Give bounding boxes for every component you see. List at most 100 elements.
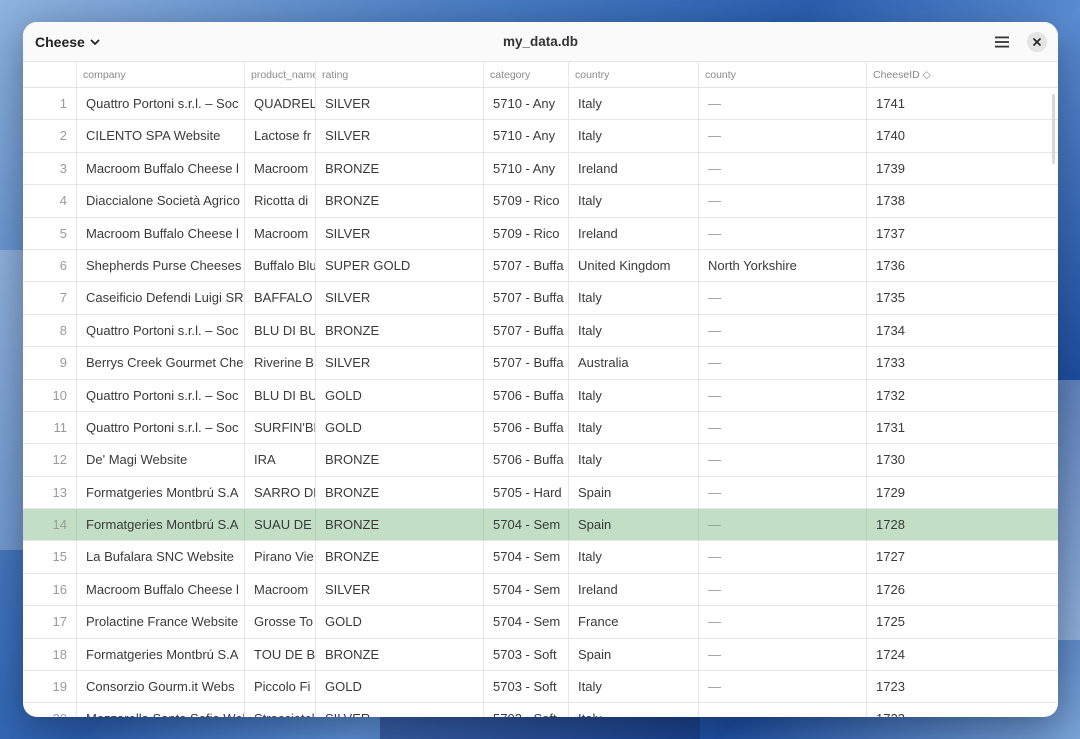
rating-cell[interactable]: BRONZE (316, 638, 484, 671)
table-row[interactable]: 7 Caseificio Defendi Luigi SR BAFFALO SILVE… (23, 282, 1058, 315)
rating-cell[interactable]: SILVER (316, 88, 484, 120)
rating-cell[interactable]: SUPER GOLD (316, 249, 484, 282)
company-cell[interactable]: Formatgeries Montbrú S.A (77, 509, 245, 541)
column-header-product-name[interactable]: product_name (245, 62, 316, 87)
county-cell[interactable]: — (699, 88, 867, 120)
product-name-cell[interactable]: Macroom (245, 152, 316, 185)
company-cell[interactable]: Formatgeries Montbrú S.A (77, 638, 245, 671)
table-row[interactable]: 19 Consorzio Gourm.it Webs Piccolo Fi GOLD 5… (23, 671, 1058, 704)
category-cell[interactable]: 5707 - Buffa (484, 314, 569, 347)
vertical-scrollbar[interactable] (1052, 94, 1055, 164)
category-cell[interactable]: 5703 - Soft (484, 671, 569, 703)
county-cell[interactable]: — (699, 282, 867, 314)
table-row[interactable]: 13 Formatgeries Montbrú S.A SARRO DE BRONZE… (23, 476, 1058, 510)
country-cell[interactable]: Spain (569, 476, 699, 509)
country-cell[interactable]: Italy (569, 411, 699, 444)
rating-cell[interactable]: BRONZE (316, 314, 484, 347)
country-cell[interactable]: Italy (569, 379, 699, 411)
row-number[interactable]: 3 (23, 152, 77, 185)
country-cell[interactable]: Ireland (569, 152, 699, 185)
rating-cell[interactable]: SILVER (316, 217, 484, 249)
county-cell[interactable]: — (699, 314, 867, 347)
cheese-id-cell[interactable]: 1735 (867, 282, 1058, 313)
category-cell[interactable]: 5705 - Hard (484, 476, 569, 509)
table-row[interactable]: 4 Diaccialone Società Agrico Ricotta di BRO… (23, 185, 1058, 218)
country-cell[interactable]: Ireland (569, 573, 699, 606)
county-cell[interactable]: — (699, 606, 867, 638)
product-name-cell[interactable]: TOU DE BU (245, 638, 316, 671)
company-cell[interactable]: Quattro Portoni s.r.l. – Soc (77, 379, 245, 411)
company-cell[interactable]: Caseificio Defendi Luigi SR (77, 282, 245, 314)
county-cell[interactable]: — (699, 509, 867, 541)
row-number[interactable]: 9 (23, 347, 77, 379)
cheese-id-cell[interactable]: 1732 (867, 380, 1058, 411)
row-number[interactable]: 4 (23, 185, 77, 217)
company-cell[interactable]: Diaccialone Società Agrico (77, 185, 245, 217)
company-cell[interactable]: Macroom Buffalo Cheese l (77, 152, 245, 185)
country-cell[interactable]: Spain (569, 509, 699, 541)
county-cell[interactable]: — (699, 217, 867, 249)
county-cell[interactable]: — (699, 185, 867, 217)
country-cell[interactable]: Italy (569, 282, 699, 314)
row-number[interactable]: 11 (23, 411, 77, 444)
company-cell[interactable]: De' Magi Website (77, 444, 245, 476)
column-header-rating[interactable]: rating (316, 62, 484, 87)
county-cell[interactable]: — (699, 573, 867, 606)
table-row[interactable]: 5 Macroom Buffalo Cheese l Macroom SILVER 57… (23, 217, 1058, 250)
company-cell[interactable]: Quattro Portoni s.r.l. – Soc (77, 411, 245, 444)
row-number[interactable]: 14 (23, 509, 77, 541)
cheese-id-cell[interactable]: 1728 (867, 509, 1058, 540)
product-name-cell[interactable]: BLU DI BU (245, 314, 316, 347)
cheese-id-cell[interactable]: 1722 (867, 703, 1058, 717)
cheese-id-cell[interactable]: 1736 (867, 250, 1058, 281)
category-cell[interactable]: 5707 - Buffa (484, 347, 569, 379)
rating-cell[interactable]: GOLD (316, 606, 484, 638)
rating-cell[interactable]: GOLD (316, 671, 484, 703)
rating-cell[interactable]: BRONZE (316, 185, 484, 217)
product-name-cell[interactable]: Buffalo Blu (245, 249, 316, 282)
company-cell[interactable]: Berrys Creek Gourmet Che (77, 347, 245, 379)
table-row[interactable]: 12 De' Magi Website IRA BRONZE 5706 - Buffa I… (23, 444, 1058, 477)
product-name-cell[interactable]: Grosse To (245, 606, 316, 638)
rating-cell[interactable]: BRONZE (316, 476, 484, 509)
country-cell[interactable]: France (569, 606, 699, 638)
category-cell[interactable]: 5704 - Sem (484, 573, 569, 606)
table-row[interactable]: 1 Quattro Portoni s.r.l. – Soc QUADREL SILV… (23, 88, 1058, 121)
close-button[interactable] (1027, 31, 1047, 52)
row-number[interactable]: 2 (23, 120, 77, 152)
category-cell[interactable]: 5706 - Buffa (484, 411, 569, 444)
table-row[interactable]: 10 Quattro Portoni s.r.l. – Soc BLU DI BU G… (23, 379, 1058, 412)
country-cell[interactable]: Spain (569, 638, 699, 671)
county-cell[interactable]: — (699, 152, 867, 185)
country-cell[interactable]: Italy (569, 444, 699, 476)
country-cell[interactable]: Australia (569, 347, 699, 379)
cheese-id-cell[interactable]: 1731 (867, 412, 1058, 443)
company-cell[interactable]: Macroom Buffalo Cheese l (77, 573, 245, 606)
column-header-category[interactable]: category (484, 62, 569, 87)
product-name-cell[interactable]: Macroom (245, 217, 316, 249)
company-cell[interactable]: Quattro Portoni s.r.l. – Soc (77, 314, 245, 347)
category-cell[interactable]: 5707 - Buffa (484, 282, 569, 314)
country-cell[interactable]: Italy (569, 671, 699, 703)
company-cell[interactable]: Formatgeries Montbrú S.A (77, 476, 245, 509)
category-cell[interactable]: 5710 - Any (484, 152, 569, 185)
table-row[interactable]: 9 Berrys Creek Gourmet Che Riverine B SILVE… (23, 347, 1058, 380)
row-number[interactable]: 10 (23, 379, 77, 411)
county-cell[interactable]: North Yorkshire (699, 249, 867, 282)
product-name-cell[interactable]: BAFFALO (245, 282, 316, 314)
table-row[interactable]: 20Mozzarella Santa Sofia WebsStracciatel… (23, 703, 1058, 717)
row-number[interactable]: 13 (23, 476, 77, 509)
category-cell[interactable]: 5710 - Any (484, 88, 569, 120)
table-row[interactable]: 18Formatgeries Montbrú S.ATOU DE BUBRONZ… (23, 638, 1058, 672)
county-cell[interactable]: — (699, 347, 867, 379)
row-number[interactable]: 5 (23, 217, 77, 249)
column-header-country[interactable]: country (569, 62, 699, 87)
category-cell[interactable]: 5704 - Sem (484, 606, 569, 638)
table-row[interactable]: 2 CILENTO SPA Website Lactose fr SILVER 5710… (23, 120, 1058, 153)
row-number[interactable]: 8 (23, 314, 77, 347)
row-number[interactable]: 16 (23, 573, 77, 606)
row-number[interactable]: 20 (23, 703, 77, 717)
country-cell[interactable]: Italy (569, 314, 699, 347)
company-cell[interactable]: La Bufalara SNC Website (77, 541, 245, 573)
product-name-cell[interactable]: Riverine B (245, 347, 316, 379)
